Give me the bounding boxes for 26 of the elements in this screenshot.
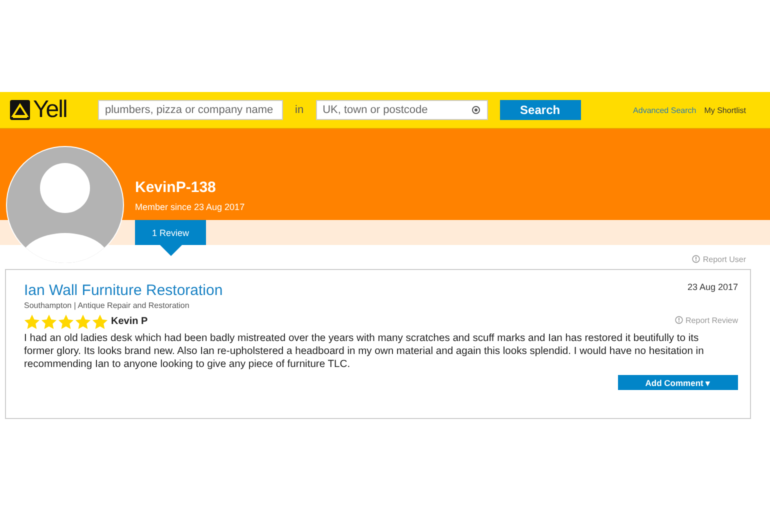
- locate-icon[interactable]: [470, 105, 481, 115]
- in-label: in: [295, 104, 304, 116]
- review-date: 23 Aug 2017: [687, 282, 738, 292]
- logo-icon: [10, 100, 30, 120]
- tab-pointer-icon: [160, 245, 182, 256]
- star-icon: [58, 314, 74, 330]
- header-link[interactable]: My Shortlist: [704, 106, 746, 114]
- add-comment-button[interactable]: Add Comment ▾: [618, 375, 738, 390]
- report-review-link[interactable]: Report Review: [674, 316, 738, 324]
- username: KevinP-138: [135, 179, 217, 196]
- search-button[interactable]: Search: [500, 100, 581, 120]
- logo-text: Yell: [33, 96, 67, 124]
- star-icon: [75, 314, 91, 330]
- info-icon: [674, 316, 683, 324]
- star-icon: [92, 314, 108, 330]
- review-text: I had an old ladies desk which had been badly mistreated over the years with many scratches and scuff marks and Ian has restored it beutifully to its former glory. Its looks brand new. Also Ian re-upholstered a headboard in my own material and again this looks splendid. I would have no hesitation in recommending Ian to anyone looking to give any piece of furniture TLC.: [24, 332, 705, 371]
- review-author: Kevin P: [111, 316, 148, 326]
- star-icon: [24, 314, 40, 330]
- business-location: Southampton | Antique Repair and Restoration: [24, 301, 190, 310]
- business-name[interactable]: Ian Wall Furniture Restoration: [24, 282, 223, 299]
- star-icon: [41, 314, 57, 330]
- info-icon: [692, 255, 700, 263]
- report-user-link[interactable]: Report User: [692, 249, 746, 269]
- search-field[interactable]: plumbers, pizza or company name: [98, 100, 283, 120]
- member-since: Member since 23 Aug 2017: [135, 202, 245, 212]
- header-link[interactable]: Advanced Search: [633, 106, 696, 114]
